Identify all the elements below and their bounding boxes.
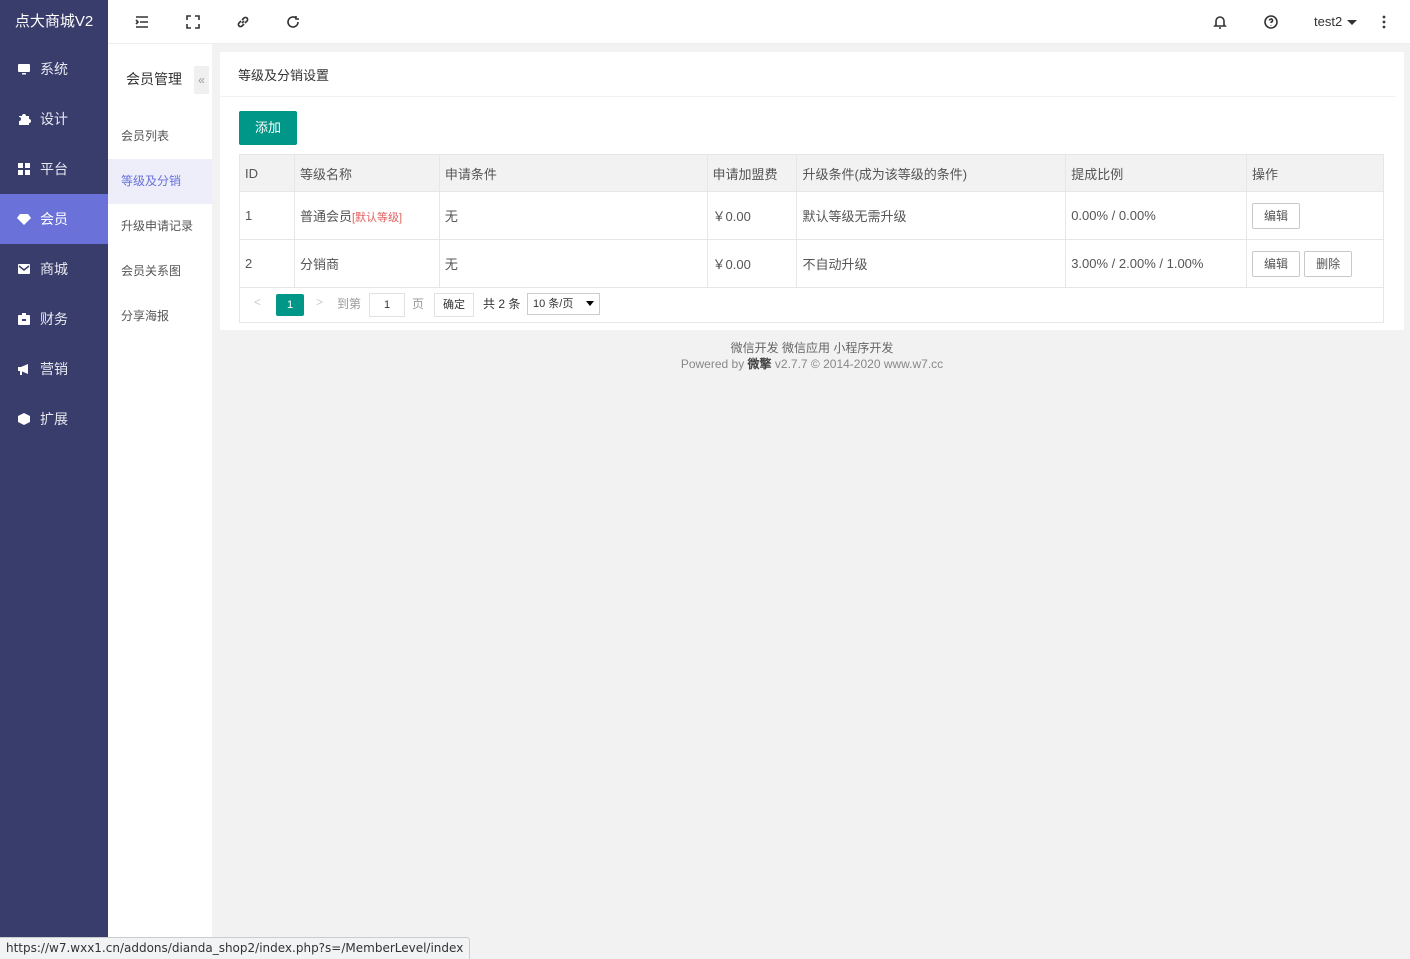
wallet-icon bbox=[17, 312, 31, 326]
level-settings-card: 等级及分销设置 添加 ID 等级名称 申请条件 申请加盟费 升级条件(成为该等级… bbox=[220, 52, 1404, 330]
cell-id: 2 bbox=[239, 239, 295, 288]
cell-apply: 无 bbox=[438, 191, 708, 240]
cell-ratio: 3.00% / 2.00% / 1.00% bbox=[1065, 239, 1248, 288]
nav-item-platform[interactable]: 平台 bbox=[0, 144, 108, 194]
cell-fee: ￥0.00 bbox=[706, 239, 798, 288]
nav-item-label: 设计 bbox=[40, 111, 68, 127]
footer-powered: Powered by 微擎 v2.7.7 © 2014-2020 www.w7.… bbox=[220, 356, 1404, 372]
grid-icon bbox=[17, 162, 31, 176]
page-size-value: 10 条/页 bbox=[533, 298, 574, 310]
current-page[interactable]: 1 bbox=[276, 294, 304, 316]
next-page-button[interactable]: > bbox=[316, 295, 323, 309]
nav-item-label: 平台 bbox=[40, 161, 68, 177]
chevron-down-icon bbox=[586, 301, 594, 306]
column-header-actions: 操作 bbox=[1246, 154, 1384, 192]
refresh-icon[interactable] bbox=[284, 13, 302, 31]
envelope-icon bbox=[17, 262, 31, 276]
caret-down-icon bbox=[1347, 20, 1358, 26]
cell-name: 普通会员[默认等级] bbox=[293, 191, 440, 240]
page-size-select[interactable]: 10 条/页 bbox=[527, 293, 600, 315]
cell-name: 分销商 bbox=[293, 239, 440, 288]
sub-sidebar-title: 会员管理 « bbox=[108, 44, 212, 114]
more-vertical-icon[interactable] bbox=[1375, 13, 1393, 31]
nav-item-finance[interactable]: 财务 bbox=[0, 294, 108, 344]
table-row: 2 分销商 无 ￥0.00 不自动升级 3.00% / 2.00% / 1.00… bbox=[239, 239, 1384, 288]
sub-sidebar: 会员管理 « 会员列表 等级及分销 升级申请记录 会员关系图 分享海报 bbox=[108, 44, 212, 959]
nav-item-label: 会员 bbox=[40, 211, 68, 227]
delete-button[interactable]: 删除 bbox=[1304, 250, 1353, 277]
edit-button[interactable]: 编辑 bbox=[1252, 202, 1301, 229]
bell-icon[interactable] bbox=[1211, 13, 1229, 31]
megaphone-icon bbox=[17, 362, 31, 376]
pagination: < 1 > 到第 1 页 确定 共 2 条 10 条/页 bbox=[239, 286, 1384, 323]
main-sidebar: 点大商城V2 系统 设计 平台 会员 商城 财务 营销 扩展 bbox=[0, 0, 108, 959]
user-menu[interactable]: test2 bbox=[1314, 14, 1358, 29]
app-logo[interactable]: 点大商城V2 bbox=[0, 0, 108, 44]
table-row: 1 普通会员[默认等级] 无 ￥0.00 默认等级无需升级 0.00% / 0.… bbox=[239, 191, 1384, 240]
cell-id: 1 bbox=[239, 191, 295, 240]
cell-actions: 编辑 bbox=[1246, 191, 1384, 240]
link-icon[interactable] bbox=[234, 13, 252, 31]
nav-item-label: 财务 bbox=[40, 311, 68, 327]
edit-button[interactable]: 编辑 bbox=[1252, 250, 1301, 277]
goto-page-input[interactable]: 1 bbox=[369, 293, 405, 317]
menu-fold-icon[interactable] bbox=[133, 13, 151, 31]
column-header-apply: 申请条件 bbox=[438, 154, 708, 192]
cell-apply: 无 bbox=[438, 239, 708, 288]
cell-ratio: 0.00% / 0.00% bbox=[1065, 191, 1248, 240]
gem-icon bbox=[17, 212, 31, 226]
powered-suffix: v2.7.7 © 2014-2020 www.w7.cc bbox=[774, 357, 944, 371]
footer: 微信开发 微信应用 小程序开发 Powered by 微擎 v2.7.7 © 2… bbox=[220, 340, 1404, 372]
goto-label: 到第 bbox=[337, 297, 362, 311]
add-button[interactable]: 添加 bbox=[239, 111, 297, 145]
help-icon[interactable] bbox=[1262, 13, 1280, 31]
nav-item-label: 系统 bbox=[40, 61, 68, 77]
nav-item-label: 扩展 bbox=[40, 411, 68, 427]
top-toolbar: test2 bbox=[108, 0, 1410, 44]
nav-item-system[interactable]: 系统 bbox=[0, 44, 108, 94]
fullscreen-icon[interactable] bbox=[184, 13, 202, 31]
browser-status-url: https://w7.wxx1.cn/addons/dianda_shop2/i… bbox=[0, 937, 471, 959]
username: test2 bbox=[1314, 14, 1343, 29]
column-header-name: 等级名称 bbox=[293, 154, 440, 192]
sub-item-relation-graph[interactable]: 会员关系图 bbox=[108, 249, 212, 294]
collapse-sidebar-button[interactable]: « bbox=[194, 66, 209, 94]
footer-links[interactable]: 微信开发 微信应用 小程序开发 bbox=[220, 340, 1404, 356]
cell-fee: ￥0.00 bbox=[706, 191, 798, 240]
level-name: 分销商 bbox=[299, 257, 339, 272]
nav-item-label: 营销 bbox=[40, 361, 68, 377]
puzzle-icon bbox=[17, 112, 31, 126]
cell-upgrade: 默认等级无需升级 bbox=[796, 191, 1067, 240]
nav-item-member[interactable]: 会员 bbox=[0, 194, 108, 244]
sub-sidebar-title-text: 会员管理 bbox=[126, 71, 182, 87]
cell-upgrade: 不自动升级 bbox=[796, 239, 1067, 288]
cell-actions: 编辑 删除 bbox=[1246, 239, 1384, 288]
level-table: ID 等级名称 申请条件 申请加盟费 升级条件(成为该等级的条件) 提成比例 操… bbox=[239, 154, 1384, 288]
nav-item-design[interactable]: 设计 bbox=[0, 94, 108, 144]
column-header-fee: 申请加盟费 bbox=[706, 154, 798, 192]
powered-brand[interactable]: 微擎 bbox=[748, 357, 772, 371]
sub-item-member-list[interactable]: 会员列表 bbox=[108, 114, 212, 159]
nav-item-label: 商城 bbox=[40, 261, 68, 277]
total-count: 共 2 条 bbox=[483, 297, 521, 311]
page-unit-label: 页 bbox=[412, 297, 425, 311]
column-header-ratio: 提成比例 bbox=[1065, 154, 1248, 192]
default-level-tag: [默认等级] bbox=[351, 212, 403, 224]
nav-item-marketing[interactable]: 营销 bbox=[0, 344, 108, 394]
goto-confirm-button[interactable]: 确定 bbox=[434, 293, 474, 317]
monitor-icon bbox=[17, 62, 31, 76]
sub-item-level-distribution[interactable]: 等级及分销 bbox=[108, 159, 212, 204]
table-header-row: ID 等级名称 申请条件 申请加盟费 升级条件(成为该等级的条件) 提成比例 操… bbox=[239, 154, 1384, 192]
sub-item-share-poster[interactable]: 分享海报 bbox=[108, 294, 212, 339]
powered-prefix: Powered by bbox=[680, 357, 745, 371]
card-title: 等级及分销设置 bbox=[220, 52, 1396, 97]
column-header-upgrade: 升级条件(成为该等级的条件) bbox=[796, 154, 1067, 192]
cube-icon bbox=[17, 412, 31, 426]
sub-item-upgrade-records[interactable]: 升级申请记录 bbox=[108, 204, 212, 249]
column-header-id: ID bbox=[239, 154, 295, 192]
nav-item-extension[interactable]: 扩展 bbox=[0, 394, 108, 444]
level-name: 普通会员 bbox=[299, 209, 352, 224]
nav-item-mall[interactable]: 商城 bbox=[0, 244, 108, 294]
prev-page-button[interactable]: < bbox=[254, 295, 261, 309]
